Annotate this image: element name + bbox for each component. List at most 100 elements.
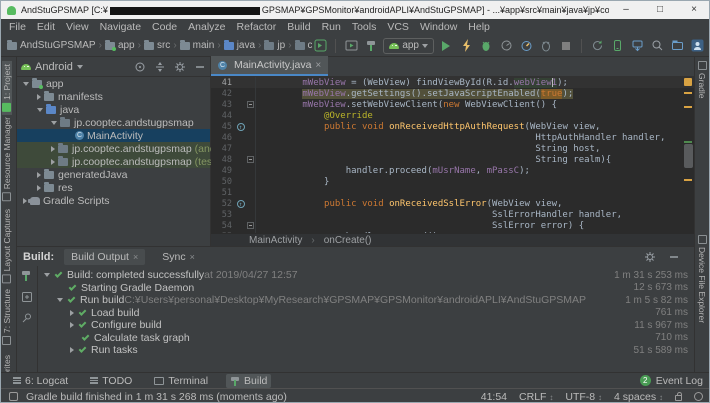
tree-chevron-right-icon[interactable] <box>51 159 55 165</box>
build-row-build-completed-successfully[interactable]: Build: completed successfully at 2019/04… <box>38 269 694 282</box>
toolwindow-button-todo[interactable]: TODO <box>86 374 136 388</box>
inspection-indicator[interactable] <box>684 78 692 86</box>
tool-strip-gradle[interactable]: Gradle <box>697 61 707 99</box>
fold-marker-icon[interactable] <box>247 101 254 108</box>
profiler-icon[interactable] <box>518 38 534 54</box>
menu-build[interactable]: Build <box>287 21 310 33</box>
override-method-icon[interactable]: ↑ <box>237 123 245 131</box>
tree-chevron-right-icon[interactable] <box>70 347 74 353</box>
breadcrumb-item-src[interactable]: src <box>144 40 170 51</box>
tree-chevron-down-icon[interactable] <box>37 108 43 112</box>
code-line-45[interactable]: 45↑ public void onReceivedHttpAuthReques… <box>211 121 694 132</box>
menu-code[interactable]: Code <box>152 21 177 33</box>
menu-view[interactable]: View <box>66 21 89 33</box>
tab-close-icon[interactable]: × <box>133 252 138 262</box>
run-configuration-select[interactable]: app <box>383 38 434 54</box>
maximize-button[interactable]: □ <box>643 1 677 19</box>
lock-icon[interactable] <box>675 395 682 401</box>
override-method-icon[interactable]: ↑ <box>237 200 245 208</box>
toolwindow-button-terminal[interactable]: Terminal <box>150 374 212 388</box>
menu-help[interactable]: Help <box>468 21 490 33</box>
tree-chevron-down-icon[interactable] <box>51 121 57 125</box>
tree-item-manifests[interactable]: manifests <box>17 90 210 103</box>
project-structure-icon[interactable] <box>669 38 685 54</box>
tree-item-app[interactable]: app <box>17 77 210 90</box>
code-line-44[interactable]: 44 @Override <box>211 110 694 121</box>
fold-marker-icon[interactable] <box>247 222 254 229</box>
build-row-run-build[interactable]: Run build C:¥Users¥personal¥Desktop¥MyRe… <box>38 294 694 307</box>
toolwindow-toggle-icon[interactable] <box>9 392 18 401</box>
tree-item-jp-cooptec-andstugpsmap[interactable]: jp.cooptec.andstugpsmap(test) <box>17 155 210 168</box>
menu-window[interactable]: Window <box>420 21 457 33</box>
tree-item-java[interactable]: java <box>17 103 210 116</box>
code-line-49[interactable]: 49 handler.proceed(mUsrName, mPassC); <box>211 165 694 176</box>
attach-debugger-icon[interactable] <box>538 38 554 54</box>
notifications-icon[interactable] <box>694 392 703 401</box>
warning-stripe-mark[interactable] <box>684 106 692 108</box>
sdk-manager-icon[interactable] <box>629 38 645 54</box>
tree-chevron-right-icon[interactable] <box>37 172 41 178</box>
code-line-52[interactable]: 52↑ public void onReceivedSslError(WebVi… <box>211 198 694 209</box>
tab-sync[interactable]: Sync× <box>155 249 202 265</box>
apply-changes-icon[interactable] <box>458 38 474 54</box>
tree-chevron-right-icon[interactable] <box>70 322 74 328</box>
tool-strip-device-file-explorer[interactable]: Device File Explorer <box>697 235 707 323</box>
warning-stripe-mark[interactable] <box>684 92 692 94</box>
tree-chevron-right-icon[interactable] <box>37 185 41 191</box>
menu-edit[interactable]: Edit <box>37 21 55 33</box>
coverage-icon[interactable] <box>498 38 514 54</box>
code-line-48[interactable]: 48 String realm){ <box>211 154 694 165</box>
tab-close-icon[interactable]: × <box>315 60 321 71</box>
tree-chevron-right-icon[interactable] <box>51 146 55 152</box>
tool-strip-resource-manager[interactable]: Resource Manager <box>2 117 12 201</box>
breadcrumb-item-jp[interactable]: jp <box>264 40 285 51</box>
build-row-run-tasks[interactable]: Run tasks51 s 589 ms <box>38 344 694 357</box>
code-line-42[interactable]: 42 mWebView.getSettings().setJavaScriptE… <box>211 88 694 99</box>
tree-chevron-right-icon[interactable] <box>23 198 27 204</box>
locate-file-icon[interactable] <box>134 61 146 73</box>
tab-close-icon[interactable]: × <box>190 252 195 262</box>
pin-icon[interactable] <box>21 312 33 324</box>
build-row-starting-gradle-daemon[interactable]: Starting Gradle Daemon12 s 673 ms <box>38 282 694 295</box>
fold-marker-icon[interactable] <box>247 156 254 163</box>
code-line-43[interactable]: 43 mWebView.setWebViewClient(new WebView… <box>211 99 694 110</box>
code-line-47[interactable]: 47 String host, <box>211 143 694 154</box>
minimize-button[interactable]: – <box>609 1 643 19</box>
menu-navigate[interactable]: Navigate <box>100 21 141 33</box>
project-view-selector[interactable]: Android <box>35 61 73 73</box>
code-line-50[interactable]: 50 } <box>211 176 694 187</box>
hide-panel-icon[interactable] <box>194 61 206 73</box>
code-line-46[interactable]: 46 HttpAuthHandler handler, <box>211 132 694 143</box>
menu-refactor[interactable]: Refactor <box>237 21 277 33</box>
run-anything-icon[interactable] <box>312 38 328 54</box>
tab-build-output[interactable]: Build Output× <box>64 249 145 265</box>
warning-stripe-mark[interactable] <box>684 179 692 181</box>
tree-chevron-down-icon[interactable] <box>23 82 29 86</box>
menu-vcs[interactable]: VCS <box>387 21 409 33</box>
build-hammer-icon[interactable] <box>363 38 379 54</box>
code-line-51[interactable]: 51 <box>211 187 694 198</box>
toolwindow-button-6-logcat[interactable]: 6: Logcat <box>9 374 72 388</box>
tree-chevron-right-icon[interactable] <box>70 310 74 316</box>
tree-item-generatedjava[interactable]: generatedJava <box>17 168 210 181</box>
editor-breadcrumb-oncreate-[interactable]: onCreate() <box>324 235 372 246</box>
tree-item-gradle-scripts[interactable]: Gradle Scripts <box>17 194 210 207</box>
code-area[interactable]: 41 mWebView = (WebView) findViewById(R.i… <box>211 77 694 233</box>
breadcrumb-item-cooptec[interactable]: cooptec <box>295 40 313 51</box>
menu-file[interactable]: File <box>9 21 26 33</box>
debug-icon[interactable] <box>478 38 494 54</box>
caret-position[interactable]: 41:54 <box>481 391 507 403</box>
line-ending-select[interactable]: CRLF ↕ <box>519 391 553 403</box>
tool-strip--project[interactable]: 1: Project <box>2 61 12 115</box>
editor-scrollbar[interactable] <box>684 144 693 168</box>
indent-select[interactable]: 4 spaces ↕ <box>614 391 663 403</box>
breadcrumb-item-java[interactable]: java <box>224 40 255 51</box>
tree-chevron-down-icon[interactable] <box>57 298 63 302</box>
restart-build-icon[interactable] <box>21 291 33 303</box>
collapse-all-icon[interactable] <box>154 61 166 73</box>
settings-gear-icon[interactable] <box>644 251 656 263</box>
breadcrumb-item-app[interactable]: app <box>105 40 135 51</box>
tree-chevron-right-icon[interactable] <box>37 94 41 100</box>
build-hammer-icon[interactable] <box>21 270 33 282</box>
tool-strip--structure[interactable]: 7: Structure <box>2 289 12 345</box>
